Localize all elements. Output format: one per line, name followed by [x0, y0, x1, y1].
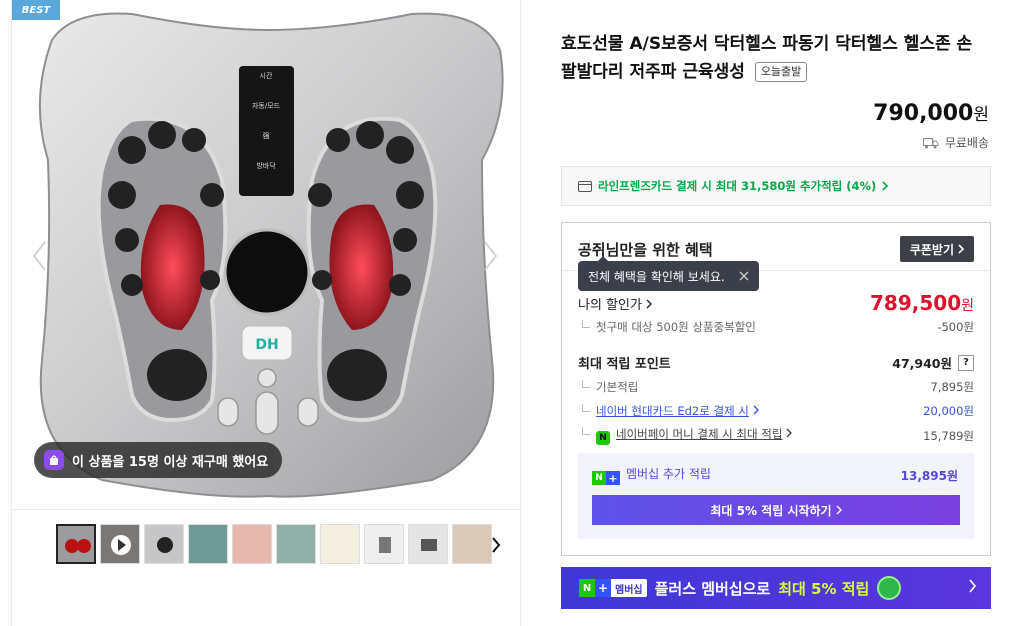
thumbnail-video[interactable] — [100, 524, 140, 564]
membership-label: 멤버십 추가 적립 — [626, 467, 711, 481]
my-price-unit: 원 — [961, 298, 974, 314]
chevron-right-icon — [786, 428, 793, 438]
npay-money-label-wrap[interactable]: N 네이버페이 머니 결제 시 최대 적립 — [578, 426, 793, 445]
basic-points-label: 기본적립 — [578, 379, 638, 395]
max-points: 47,940원 ? — [892, 353, 974, 372]
gallery-next-button[interactable] — [476, 236, 506, 276]
today-shipping-badge: 오늘출발 — [754, 62, 808, 82]
thumbnail-strip — [56, 524, 492, 568]
truck-icon — [922, 137, 939, 148]
shipping-info: 무료배송 — [922, 134, 989, 151]
chevron-right-icon — [646, 299, 653, 308]
thumbnail[interactable] — [276, 524, 316, 564]
basic-points-value: 7,895원 — [930, 380, 974, 394]
help-button[interactable]: ? — [958, 354, 974, 371]
chevron-right-icon — [753, 405, 759, 415]
shopping-bag-icon — [44, 450, 64, 470]
npay-money-label: 네이버페이 머니 결제 시 최대 적립 — [616, 427, 783, 441]
rebuy-text: 이 상품을 15명 이상 재구매 했어요 — [72, 454, 269, 470]
naver-card-label: 네이버 현대카드 Ed2로 결제 시 — [596, 404, 749, 418]
chevron-right-icon — [958, 244, 964, 254]
basic-points-row: 기본적립 7,895원 — [578, 379, 974, 395]
chevron-right-icon — [836, 505, 842, 515]
benefit-tooltip: 전체 혜택을 확인해 보세요. — [578, 256, 759, 291]
my-price-label: 나의 할인가 — [578, 297, 642, 313]
naver-card-value: 20,000원 — [923, 404, 974, 418]
thumbnail[interactable] — [188, 524, 228, 564]
thumbnail[interactable] — [408, 524, 448, 564]
membership-tag: N + 멤버십 — [579, 579, 647, 597]
chevron-right-icon — [882, 181, 889, 191]
membership-tag-text: 멤버십 — [615, 584, 643, 596]
naver-card-row: 네이버 현대카드 Ed2로 결제 시 20,000원 — [578, 403, 974, 419]
membership-panel: N + 멤버십 추가 적립 13,895원 최대 5% 적립 시작하기 — [578, 453, 974, 539]
npay-money-row: N 네이버페이 머니 결제 시 최대 적립 15,789원 — [578, 426, 974, 445]
panel-label-strength: 强 — [263, 132, 270, 140]
benefit-box: 공쥐님만을 위한 혜택 쿠폰받기 전체 혜택을 확인해 보세요. 나의 할인가 … — [561, 222, 991, 556]
gallery-prev-button[interactable] — [24, 236, 54, 276]
membership-label-wrap: N + 멤버십 추가 적립 — [592, 465, 711, 485]
rebuy-notice: 이 상품을 15명 이상 재구매 했어요 — [34, 442, 283, 478]
thumbnail[interactable] — [320, 524, 360, 564]
tooltip-text: 전체 혜택을 확인해 보세요. — [588, 269, 725, 284]
chevron-right-icon — [492, 537, 501, 553]
coupon-button-label: 쿠폰받기 — [909, 242, 954, 257]
price-unit: 원 — [973, 105, 989, 125]
device-logo: DH — [255, 337, 278, 353]
first-purchase-value: -500원 — [937, 320, 974, 334]
membership-button-label: 최대 5% 적립 시작하기 — [710, 503, 832, 518]
chevron-left-icon — [32, 241, 46, 271]
product-price: 790,000원 — [873, 100, 989, 126]
panel-label-time: 시간 — [260, 71, 273, 80]
price-value: 790,000 — [873, 101, 974, 126]
npay-icon: N — [596, 431, 610, 445]
thumbnail-next-button[interactable] — [486, 532, 506, 558]
thumbnail[interactable] — [364, 524, 404, 564]
shipping-text: 무료배송 — [944, 136, 989, 150]
plus-membership-banner[interactable]: N + 멤버십 플러스 멤버십으로 최대 5% 적립 — [561, 567, 991, 609]
panel-label-floor: 방바닥 — [256, 161, 276, 170]
best-badge: BEST — [12, 0, 60, 20]
thumbnail[interactable] — [144, 524, 184, 564]
coupon-button[interactable]: 쿠폰받기 — [899, 236, 974, 262]
coin-stack-icon — [877, 576, 902, 600]
product-title: 효도선물 A/S보증서 닥터헬스 파동기 닥터헬스 헬스존 손팔발다리 저주파 … — [561, 30, 986, 86]
my-price: 789,500원 — [870, 291, 974, 315]
naver-plus-icon: N + — [592, 471, 620, 485]
max-points-label: 최대 적립 포인트 — [578, 357, 671, 372]
credit-card-icon — [578, 180, 592, 192]
membership-row: N + 멤버십 추가 적립 13,895원 — [592, 465, 958, 485]
product-info: 효도선물 A/S보증서 닥터헬스 파동기 닥터헬스 헬스존 손팔발다리 저주파 … — [561, 0, 991, 626]
thumbnail[interactable] — [56, 524, 96, 564]
card-promo-banner[interactable]: 라인프렌즈카드 결제 시 최대 31,580원 추가적립 (4%) — [561, 166, 991, 206]
card-promo-text: 라인프렌즈카드 결제 시 최대 31,580원 추가적립 (4%) — [598, 179, 877, 193]
max-points-value: 47,940원 — [892, 356, 952, 371]
close-icon[interactable] — [739, 271, 749, 281]
my-price-label-wrap[interactable]: 나의 할인가 — [578, 294, 653, 313]
max-points-row: 최대 적립 포인트 47,940원 ? — [578, 353, 974, 372]
plus-banner-prefix: 플러스 멤버십으로 — [654, 579, 771, 598]
membership-start-button[interactable]: 최대 5% 적립 시작하기 — [592, 495, 960, 525]
my-price-value: 789,500 — [870, 291, 962, 315]
main-product-image[interactable]: 시간 자동/모드 强 방바닥 DH — [12, 0, 520, 510]
naver-card-label-wrap[interactable]: 네이버 현대카드 Ed2로 결제 시 — [578, 403, 760, 419]
my-price-row: 나의 할인가 789,500원 — [578, 291, 974, 315]
chevron-right-icon — [484, 241, 498, 271]
first-purchase-row: 첫구매 대상 500원 상품중복할인 -500원 — [578, 319, 974, 335]
foot-massager-illustration: 시간 자동/모드 强 방바닥 DH — [38, 12, 504, 498]
npay-money-value: 15,789원 — [923, 428, 974, 443]
thumbnail[interactable] — [232, 524, 272, 564]
chevron-right-icon — [969, 579, 977, 593]
membership-value: 13,895원 — [900, 468, 958, 483]
product-gallery: BEST 시간 자동/모드 强 방바닥 DH 이 상품을 15명 이상 재구매 … — [11, 0, 521, 626]
panel-label-mode: 자동/모드 — [252, 101, 281, 110]
plus-banner-highlight: 최대 5% 적립 — [778, 579, 870, 598]
first-purchase-label: 첫구매 대상 500원 상품중복할인 — [578, 319, 756, 335]
